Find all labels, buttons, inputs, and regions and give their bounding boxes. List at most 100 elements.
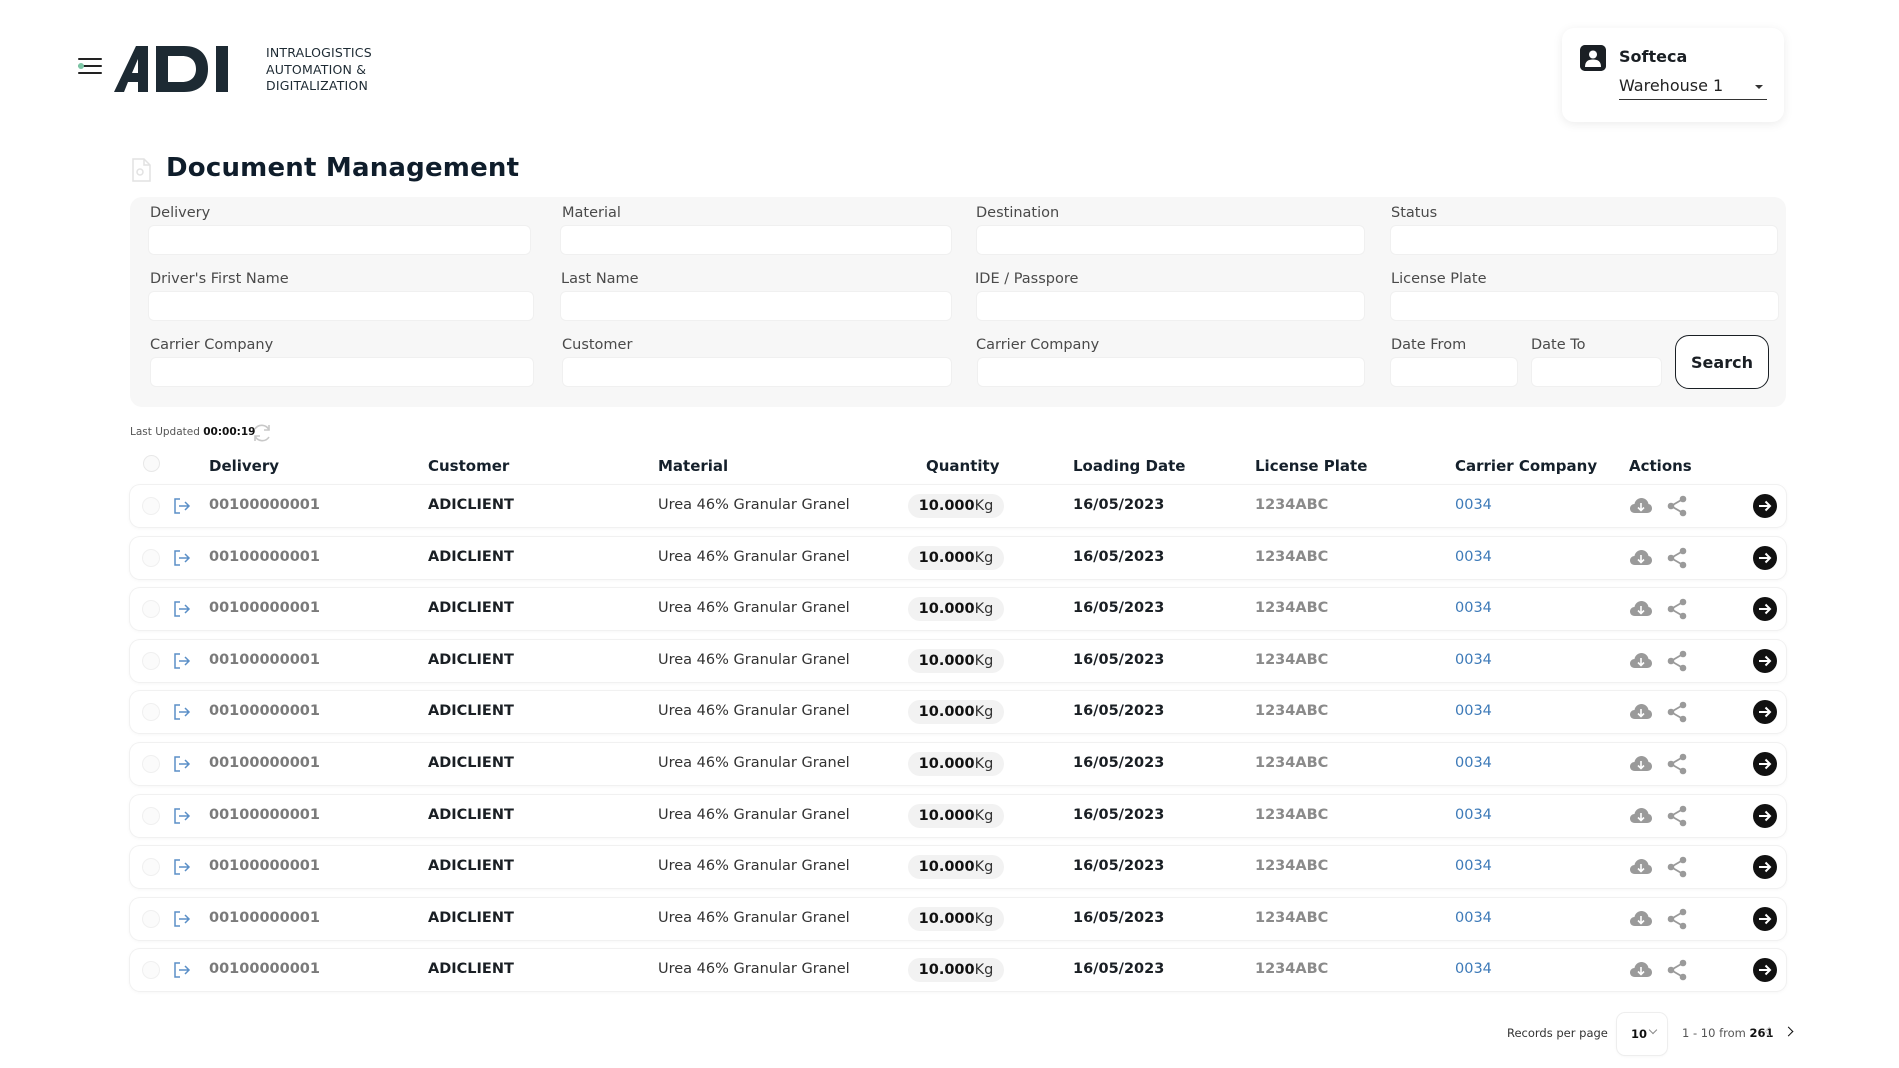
status-input[interactable] bbox=[1390, 225, 1778, 255]
cell-carrier-company[interactable]: 0034 bbox=[1455, 703, 1492, 719]
row-checkbox[interactable] bbox=[142, 549, 160, 567]
carrier-company-input[interactable] bbox=[150, 357, 534, 387]
column-header-loading-date[interactable]: Loading Date bbox=[1073, 457, 1185, 475]
carrier-company-2-input[interactable] bbox=[977, 357, 1365, 387]
cloud-download-icon[interactable] bbox=[1629, 960, 1653, 982]
exit-arrow-icon[interactable] bbox=[172, 754, 192, 774]
column-header-delivery[interactable]: Delivery bbox=[209, 457, 279, 475]
cloud-download-icon[interactable] bbox=[1629, 857, 1653, 879]
last-name-input[interactable] bbox=[560, 291, 952, 321]
cell-carrier-company[interactable]: 0034 bbox=[1455, 652, 1492, 668]
refresh-icon[interactable] bbox=[251, 422, 273, 444]
exit-arrow-icon[interactable] bbox=[172, 496, 192, 516]
row-checkbox[interactable] bbox=[142, 961, 160, 979]
column-header-carrier-company[interactable]: Carrier Company bbox=[1455, 457, 1597, 475]
cell-carrier-company[interactable]: 0034 bbox=[1455, 961, 1492, 977]
cell-carrier-company[interactable]: 0034 bbox=[1455, 858, 1492, 874]
date-from-input[interactable] bbox=[1390, 357, 1518, 387]
share-icon[interactable] bbox=[1665, 649, 1689, 673]
select-all-checkbox[interactable] bbox=[143, 455, 160, 472]
customer-input[interactable] bbox=[562, 357, 952, 387]
next-page-icon[interactable] bbox=[1783, 1026, 1794, 1037]
arrow-right-circle-icon[interactable] bbox=[1753, 907, 1777, 931]
exit-arrow-icon[interactable] bbox=[172, 960, 192, 980]
exit-arrow-icon[interactable] bbox=[172, 806, 192, 826]
table-row[interactable]: 00100000001 ADICLIENT Urea 46% Granular Gr… bbox=[130, 846, 1786, 888]
share-icon[interactable] bbox=[1665, 855, 1689, 879]
cloud-download-icon[interactable] bbox=[1629, 548, 1653, 570]
share-icon[interactable] bbox=[1665, 597, 1689, 621]
table-row[interactable]: 00100000001 ADICLIENT Urea 46% Granular Gr… bbox=[130, 949, 1786, 991]
driver-first-name-input[interactable] bbox=[148, 291, 534, 321]
cloud-download-icon[interactable] bbox=[1629, 909, 1653, 931]
date-to-input[interactable] bbox=[1531, 357, 1662, 387]
table-row[interactable]: 00100000001 ADICLIENT Urea 46% Granular Gr… bbox=[130, 485, 1786, 527]
share-icon[interactable] bbox=[1665, 494, 1689, 518]
tagline-line-2: AUTOMATION & bbox=[266, 61, 367, 77]
arrow-right-circle-icon[interactable] bbox=[1753, 804, 1777, 828]
cloud-download-icon[interactable] bbox=[1629, 651, 1653, 673]
cell-carrier-company[interactable]: 0034 bbox=[1455, 600, 1492, 616]
row-checkbox[interactable] bbox=[142, 910, 160, 928]
arrow-right-circle-icon[interactable] bbox=[1753, 855, 1777, 879]
share-icon[interactable] bbox=[1665, 752, 1689, 776]
row-checkbox[interactable] bbox=[142, 652, 160, 670]
exit-arrow-icon[interactable] bbox=[172, 702, 192, 722]
row-checkbox[interactable] bbox=[142, 703, 160, 721]
hamburger-menu-icon[interactable] bbox=[78, 55, 102, 77]
share-icon[interactable] bbox=[1665, 700, 1689, 724]
row-checkbox[interactable] bbox=[142, 858, 160, 876]
cell-carrier-company[interactable]: 0034 bbox=[1455, 549, 1492, 565]
table-row[interactable]: 00100000001 ADICLIENT Urea 46% Granular Gr… bbox=[130, 588, 1786, 630]
delivery-input[interactable] bbox=[148, 225, 531, 255]
exit-arrow-icon[interactable] bbox=[172, 857, 192, 877]
column-header-license-plate[interactable]: License Plate bbox=[1255, 457, 1367, 475]
exit-arrow-icon[interactable] bbox=[172, 599, 192, 619]
column-header-material[interactable]: Material bbox=[658, 457, 728, 475]
arrow-right-circle-icon[interactable] bbox=[1753, 649, 1777, 673]
cloud-download-icon[interactable] bbox=[1629, 806, 1653, 828]
cloud-download-icon[interactable] bbox=[1629, 599, 1653, 621]
cloud-download-icon[interactable] bbox=[1629, 702, 1653, 724]
exit-arrow-icon[interactable] bbox=[172, 909, 192, 929]
share-icon[interactable] bbox=[1665, 804, 1689, 828]
warehouse-select[interactable]: Warehouse 1 bbox=[1619, 76, 1767, 100]
table-row[interactable]: 00100000001 ADICLIENT Urea 46% Granular Gr… bbox=[130, 691, 1786, 733]
column-header-quantity[interactable]: Quantity bbox=[926, 457, 1000, 475]
row-checkbox[interactable] bbox=[142, 600, 160, 618]
cell-carrier-company[interactable]: 0034 bbox=[1455, 807, 1492, 823]
share-icon[interactable] bbox=[1665, 907, 1689, 931]
arrow-right-circle-icon[interactable] bbox=[1753, 597, 1777, 621]
table-row[interactable]: 00100000001 ADICLIENT Urea 46% Granular Gr… bbox=[130, 743, 1786, 785]
column-header-customer[interactable]: Customer bbox=[428, 457, 509, 475]
exit-arrow-icon[interactable] bbox=[172, 548, 192, 568]
material-input[interactable] bbox=[560, 225, 952, 255]
cell-carrier-company[interactable]: 0034 bbox=[1455, 755, 1492, 771]
arrow-right-circle-icon[interactable] bbox=[1753, 546, 1777, 570]
search-button[interactable]: Search bbox=[1675, 335, 1769, 389]
license-plate-input[interactable] bbox=[1390, 291, 1779, 321]
cell-carrier-company[interactable]: 0034 bbox=[1455, 910, 1492, 926]
ide-passport-input[interactable] bbox=[976, 291, 1365, 321]
cloud-download-icon[interactable] bbox=[1629, 496, 1653, 518]
arrow-right-circle-icon[interactable] bbox=[1753, 700, 1777, 724]
cell-material: Urea 46% Granular Granel bbox=[658, 549, 850, 565]
row-checkbox[interactable] bbox=[142, 755, 160, 773]
destination-input[interactable] bbox=[976, 225, 1365, 255]
table-row[interactable]: 00100000001 ADICLIENT Urea 46% Granular Gr… bbox=[130, 795, 1786, 837]
records-per-page-select[interactable]: 10 bbox=[1617, 1013, 1667, 1055]
arrow-right-circle-icon[interactable] bbox=[1753, 494, 1777, 518]
share-icon[interactable] bbox=[1665, 546, 1689, 570]
cloud-download-icon[interactable] bbox=[1629, 754, 1653, 776]
exit-arrow-icon[interactable] bbox=[172, 651, 192, 671]
cell-license-plate: 1234ABC bbox=[1255, 600, 1329, 616]
table-row[interactable]: 00100000001 ADICLIENT Urea 46% Granular Gr… bbox=[130, 640, 1786, 682]
table-row[interactable]: 00100000001 ADICLIENT Urea 46% Granular Gr… bbox=[130, 898, 1786, 940]
arrow-right-circle-icon[interactable] bbox=[1753, 958, 1777, 982]
cell-carrier-company[interactable]: 0034 bbox=[1455, 497, 1492, 513]
table-row[interactable]: 00100000001 ADICLIENT Urea 46% Granular Gr… bbox=[130, 537, 1786, 579]
row-checkbox[interactable] bbox=[142, 807, 160, 825]
share-icon[interactable] bbox=[1665, 958, 1689, 982]
arrow-right-circle-icon[interactable] bbox=[1753, 752, 1777, 776]
row-checkbox[interactable] bbox=[142, 497, 160, 515]
